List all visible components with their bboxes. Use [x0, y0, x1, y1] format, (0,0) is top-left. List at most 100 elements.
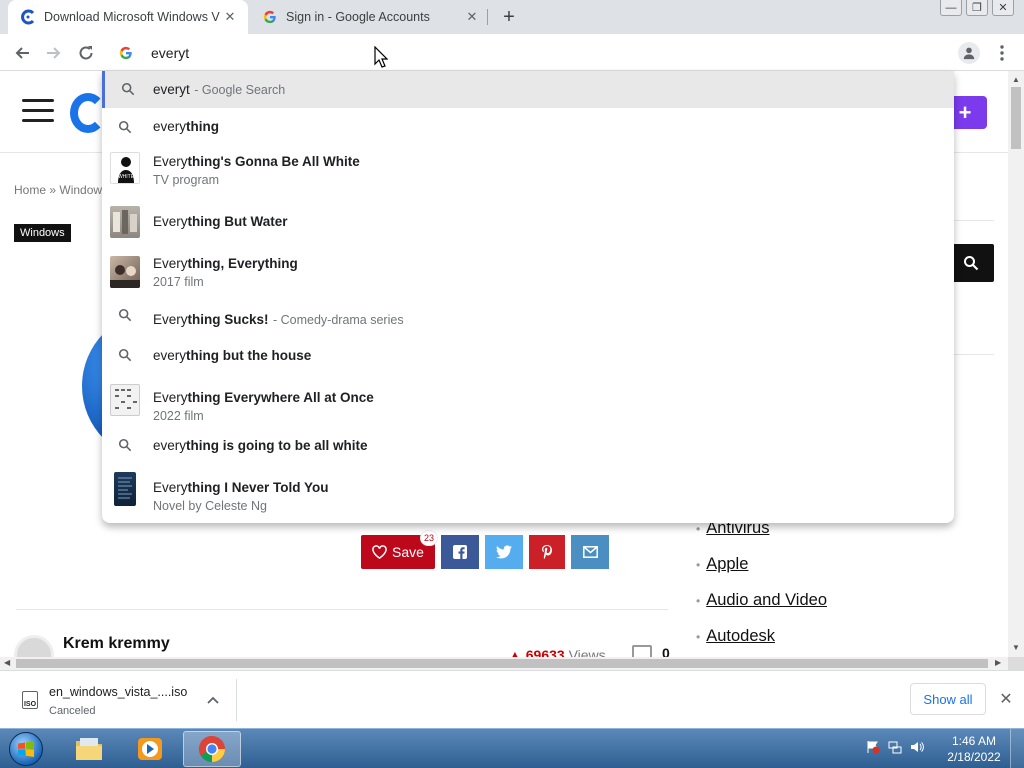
pinterest-icon	[542, 544, 552, 559]
suggestion-completion: thing I Never Told You	[187, 480, 329, 495]
category-item: • Audio and Video	[696, 591, 827, 627]
new-tab-button[interactable]: +	[497, 5, 521, 29]
suggestion-subtitle: TV program	[153, 173, 219, 187]
media-player-icon	[138, 738, 162, 760]
tab-google-signin[interactable]: Sign in - Google Accounts ✕	[250, 0, 490, 34]
suggestion-typed: Every	[153, 214, 188, 229]
suggestion-item[interactable]: Everything Sucks! - Comedy-drama series	[102, 296, 954, 334]
search-icon	[110, 308, 140, 322]
close-window-button[interactable]: ✕	[992, 0, 1014, 16]
category-badge[interactable]: Windows	[14, 224, 71, 242]
minimize-button[interactable]: —	[940, 0, 962, 16]
breadcrumb-home-link[interactable]: Home	[14, 183, 46, 197]
suggestion-completion: thing's Gonna Be All White	[187, 154, 360, 169]
suggestion-item[interactable]: Everything But Water	[102, 194, 954, 248]
suggestion-item[interactable]: everything	[102, 108, 954, 146]
restore-button[interactable]: ❐	[966, 0, 988, 16]
breadcrumb-section-link[interactable]: Window	[59, 183, 102, 197]
search-icon	[110, 348, 140, 362]
address-bar[interactable]	[104, 38, 953, 68]
views-counter: ▲ 69633 Views	[508, 647, 606, 657]
close-tab-icon[interactable]: ✕	[220, 7, 240, 27]
download-file-name: en_windows_vista_....iso	[49, 685, 188, 699]
suggestion-typed: everyt	[153, 82, 190, 97]
book-cover-thumbnail	[114, 472, 136, 506]
suggestion-item[interactable]: WHITE Everything's Gonna Be All White TV…	[102, 146, 954, 194]
close-tab-icon[interactable]: ✕	[462, 7, 482, 27]
download-item[interactable]: ISO en_windows_vista_....iso Canceled	[14, 679, 236, 721]
suggestion-item[interactable]: Everything Everywhere All at Once 2022 f…	[102, 372, 954, 428]
taskbar-explorer[interactable]	[60, 731, 118, 767]
comments-counter[interactable]: 0	[632, 645, 670, 657]
reload-icon	[79, 46, 93, 60]
site-search-button[interactable]	[948, 244, 994, 282]
envelope-icon	[582, 546, 598, 558]
chevron-up-icon[interactable]	[204, 691, 222, 709]
action-center-flag-icon[interactable]	[865, 739, 881, 755]
bullet-icon: •	[696, 630, 701, 644]
iso-file-icon: ISO	[22, 691, 38, 709]
suggestion-subtitle: 2022 film	[153, 409, 204, 423]
show-all-downloads-button[interactable]: Show all	[910, 683, 986, 715]
back-button[interactable]	[8, 39, 36, 67]
taskbar-chrome[interactable]	[183, 731, 241, 767]
network-icon[interactable]	[887, 739, 903, 755]
reload-button[interactable]	[72, 39, 100, 67]
window-controls: — ❐ ✕	[940, 0, 1014, 16]
film-poster-thumbnail	[110, 384, 140, 416]
google-g-icon	[262, 9, 278, 25]
bullet-icon: •	[696, 558, 701, 572]
suggestion-item[interactable]: everyt - Google Search	[102, 71, 954, 108]
download-shelf: ISO en_windows_vista_....iso Canceled Sh…	[0, 670, 1024, 728]
close-download-shelf-icon[interactable]: ✕	[996, 689, 1016, 709]
suggestion-item[interactable]: everything but the house	[102, 334, 954, 372]
suggestion-subtitle: Novel by Celeste Ng	[153, 499, 267, 513]
scroll-thumb[interactable]	[16, 659, 988, 668]
tab-strip: Download Microsoft Windows V ✕ Sign in -…	[0, 0, 1024, 34]
category-link[interactable]: Audio and Video	[706, 591, 827, 610]
hamburger-menu-icon[interactable]	[22, 99, 54, 123]
tab-separator	[487, 9, 488, 25]
suggestion-typed: Every	[153, 480, 188, 495]
comments-count: 0	[662, 645, 670, 657]
suggestion-item[interactable]: Everything, Everything 2017 film	[102, 248, 954, 296]
content-divider	[16, 609, 668, 610]
suggestion-item[interactable]: everything is going to be all white	[102, 428, 954, 462]
windows-taskbar: 1:46 AM 2/18/2022	[0, 728, 1024, 768]
breadcrumb-separator: »	[49, 183, 57, 197]
forward-button[interactable]	[40, 39, 68, 67]
menu-button[interactable]	[992, 42, 1012, 64]
scroll-left-arrow-icon[interactable]: ◀	[4, 658, 10, 667]
suggestion-completion: thing Sucks!	[187, 312, 269, 327]
category-link[interactable]: Autodesk	[706, 627, 775, 646]
start-button[interactable]	[6, 730, 46, 768]
taskbar-clock[interactable]: 1:46 AM 2/18/2022	[944, 733, 1004, 765]
category-link[interactable]: Apple	[706, 555, 748, 574]
email-share-button[interactable]	[571, 535, 609, 569]
facebook-share-button[interactable]	[441, 535, 479, 569]
scroll-up-arrow-icon[interactable]: ▲	[1012, 75, 1020, 84]
tab-download-windows[interactable]: Download Microsoft Windows V ✕	[8, 0, 248, 34]
svg-text:WHITE: WHITE	[118, 174, 135, 180]
pinterest-share-button[interactable]	[529, 535, 565, 569]
taskbar-media-player[interactable]	[121, 731, 179, 767]
profile-button[interactable]	[958, 42, 980, 64]
scroll-down-arrow-icon[interactable]: ▼	[1012, 643, 1020, 652]
author-name[interactable]: Krem kremmy	[63, 635, 170, 653]
twitter-share-button[interactable]	[485, 535, 523, 569]
show-desktop-button[interactable]	[1010, 729, 1024, 768]
address-input[interactable]	[151, 45, 551, 61]
horizontal-scrollbar[interactable]: ◀ ▶	[0, 657, 1008, 670]
suggestion-completion: thing Everywhere All at Once	[187, 390, 374, 405]
search-icon	[110, 438, 140, 452]
volume-icon[interactable]	[909, 739, 925, 755]
scroll-right-arrow-icon[interactable]: ▶	[995, 658, 1001, 667]
vertical-scrollbar[interactable]: ▲ ▼	[1008, 71, 1024, 657]
category-item: • Autodesk	[696, 627, 827, 657]
suggestion-item[interactable]: Everything I Never Told You Novel by Cel…	[102, 462, 954, 518]
suggestion-typed: every	[153, 119, 187, 134]
site-c-icon	[20, 9, 36, 25]
chrome-icon	[198, 735, 225, 763]
site-logo[interactable]	[70, 93, 106, 133]
scroll-thumb[interactable]	[1011, 87, 1021, 149]
